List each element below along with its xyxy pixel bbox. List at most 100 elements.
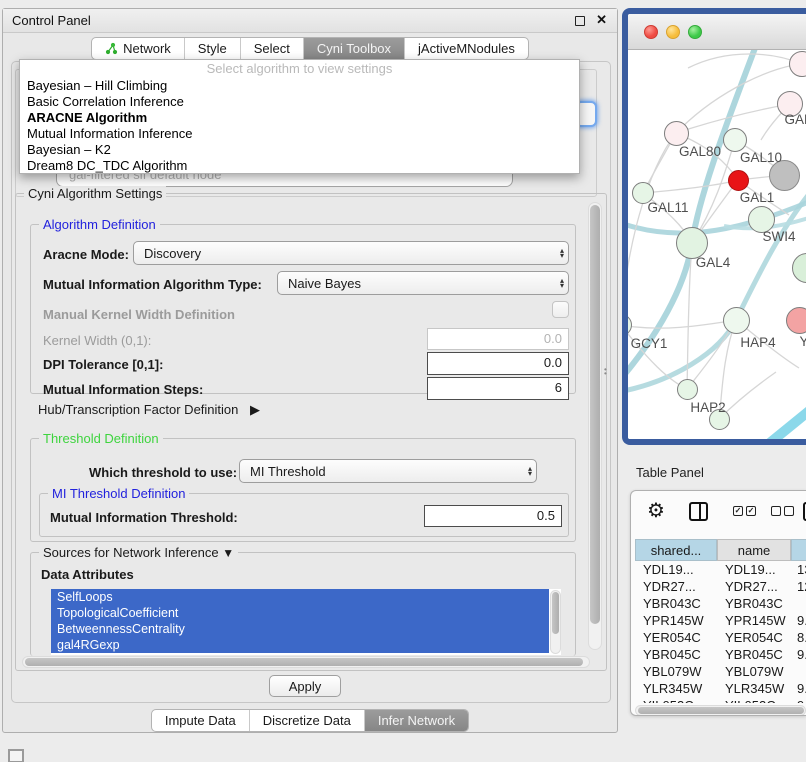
tab-impute-data[interactable]: Impute Data [152, 710, 249, 731]
dpi-tolerance-input[interactable]: 0.0 [427, 352, 569, 375]
attribute-item-selected[interactable]: BetweennessCentrality [51, 621, 549, 637]
network-icon [105, 42, 118, 55]
mi-threshold-input[interactable]: 0.5 [424, 505, 562, 527]
table-row[interactable]: YDL19... YDL19... 13 [635, 561, 806, 578]
mi-steps-input[interactable]: 6 [427, 377, 569, 400]
apply-button[interactable]: Apply [269, 675, 341, 697]
close-icon[interactable]: ✕ [596, 12, 607, 28]
sources-group-title: Sources for Network Inference ▼ [39, 545, 238, 560]
collapsed-panel-icon[interactable] [8, 749, 24, 762]
table-header: shared... name A [635, 539, 806, 561]
expander-arrow-right-icon: ▶ [250, 402, 260, 417]
manual-kernel-checkbox[interactable] [552, 301, 569, 318]
network-window-titlebar [628, 14, 806, 50]
settings-vertical-scrollbar[interactable] [588, 202, 602, 650]
hub-definition-label: Hub/Transcription Factor Definition [38, 402, 238, 417]
mi-type-label: Mutual Information Algorithm Type: [43, 277, 262, 292]
sources-group: Sources for Network Inference ▼ Data Att… [30, 552, 576, 656]
threshold-definition-group: Threshold Definition Which threshold to … [30, 438, 576, 542]
algorithm-option-selected[interactable]: ARACNE Algorithm [20, 110, 579, 126]
mi-steps-label: Mutual Information Steps: [43, 382, 203, 397]
network-node[interactable] [664, 121, 689, 146]
algorithm-option[interactable]: Dream8 DC_TDC Algorithm [20, 158, 579, 174]
kernel-width-label: Kernel Width (0,1): [43, 333, 151, 348]
node-label: SWI4 [762, 229, 795, 244]
minimize-traffic-light[interactable] [666, 25, 680, 39]
algorithm-option[interactable]: Basic Correlation Inference [20, 94, 579, 110]
tab-infer-network[interactable]: Infer Network [364, 710, 468, 731]
mi-algorithm-type-combo[interactable]: Naive Bayes ▴▾ [277, 271, 569, 295]
table-row[interactable]: YLR345W YLR345W 9. [635, 680, 806, 697]
table-body: YDL19... YDL19... 13 YDR27... YDR27... 1… [635, 561, 806, 703]
attribute-item-selected[interactable]: gal4RGexp [51, 637, 549, 653]
algorithm-option[interactable]: Mutual Information Inference [20, 126, 579, 142]
node-label: GAL11 [647, 200, 688, 215]
hub-definition-expander[interactable]: Hub/Transcription Factor Definition ▶ [38, 402, 260, 418]
algorithm-definition-title: Algorithm Definition [39, 217, 160, 232]
table-row[interactable]: YBL079W YBL079W [635, 663, 806, 680]
table-row[interactable]: YBR043C YBR043C [635, 595, 806, 612]
expander-arrow-down-icon: ▼ [222, 546, 234, 560]
network-node[interactable] [677, 379, 698, 400]
network-canvas[interactable]: GAL GAL80 GAL10 GAL1 GAL11 SWI4 GAL4 GCY… [628, 50, 806, 439]
algorithm-dropdown-list: Select algorithm to view settings Bayesi… [19, 59, 580, 174]
node-label: GAL4 [696, 255, 731, 270]
panel-resize-handle[interactable]: •• [604, 368, 609, 377]
tab-select[interactable]: Select [240, 38, 303, 59]
algorithm-option[interactable]: Bayesian – K2 [20, 142, 579, 158]
tab-jactivemnodules[interactable]: jActiveMNodules [404, 38, 528, 59]
algorithm-definition-group: Algorithm Definition Aracne Mode: Discov… [30, 224, 576, 394]
tab-discretize-data[interactable]: Discretize Data [249, 710, 364, 731]
close-traffic-light[interactable] [644, 25, 658, 39]
bottom-tab-strip: Impute Data Discretize Data Infer Networ… [3, 709, 617, 732]
attribute-item-selected[interactable]: SelfLoops [51, 589, 549, 605]
table-row[interactable]: YIL052C YIL052C 9 [635, 697, 806, 703]
control-panel-title: Control Panel [12, 13, 91, 28]
gear-icon[interactable]: ⚙ [647, 498, 665, 523]
mi-threshold-title: MI Threshold Definition [48, 486, 189, 501]
tab-network[interactable]: Network [92, 38, 184, 59]
attribute-list-scrollbar[interactable] [550, 590, 561, 654]
algorithm-option[interactable]: Bayesian – Hill Climbing [20, 78, 579, 94]
network-node[interactable] [786, 307, 806, 334]
attribute-item-selected[interactable]: TopologicalCoefficient [51, 605, 549, 621]
cyni-algorithm-settings-group: Cyni Algorithm Settings Algorithm Defini… [15, 193, 607, 671]
node-label: GAL1 [740, 190, 775, 205]
float-window-icon[interactable] [575, 16, 585, 26]
which-threshold-combo[interactable]: MI Threshold ▴▾ [239, 459, 537, 483]
aracne-mode-combo[interactable]: Discovery ▴▾ [133, 241, 569, 265]
deselect-all-checkboxes-icon[interactable] [771, 506, 794, 516]
tab-cyni-toolbox[interactable]: Cyni Toolbox [303, 38, 404, 59]
table-horizontal-scrollbar[interactable] [635, 705, 806, 716]
network-node[interactable] [723, 128, 747, 152]
network-node[interactable] [723, 307, 750, 334]
table-row[interactable]: YBR045C YBR045C 9. [635, 646, 806, 663]
node-label: Y [799, 334, 806, 349]
tab-style[interactable]: Style [184, 38, 240, 59]
column-header-name[interactable]: name [717, 539, 791, 561]
kernel-width-input[interactable]: 0.0 [427, 328, 569, 350]
column-header-shared[interactable]: shared... [635, 539, 717, 561]
column-layout-icon[interactable] [689, 502, 708, 521]
combo-arrows-icon: ▴▾ [528, 466, 532, 476]
settings-horizontal-scrollbar[interactable] [22, 656, 590, 668]
table-row[interactable]: YPR145W YPR145W 9. [635, 612, 806, 629]
zoom-traffic-light[interactable] [688, 25, 702, 39]
top-tab-strip: Network Style Select Cyni Toolbox jActiv… [3, 37, 617, 60]
select-all-checkboxes-icon[interactable]: ✓✓ [733, 506, 756, 516]
data-attributes-list: SelfLoops TopologicalCoefficient Between… [51, 589, 561, 655]
node-label: HAP2 [690, 400, 725, 415]
mi-threshold-label: Mutual Information Threshold: [50, 510, 238, 525]
node-label: GAL10 [740, 150, 782, 165]
column-header-partial[interactable]: A [791, 539, 806, 561]
table-row[interactable]: YER054C YER054C 8. [635, 629, 806, 646]
dropdown-prompt: Select algorithm to view settings [20, 60, 579, 78]
network-node-selected[interactable] [728, 170, 749, 191]
table-row[interactable]: YDR27... YDR27... 12 [635, 578, 806, 595]
data-attributes-label: Data Attributes [41, 567, 134, 582]
settings-group-title: Cyni Algorithm Settings [24, 186, 166, 201]
tab-network-label: Network [123, 41, 171, 56]
threshold-definition-title: Threshold Definition [39, 431, 163, 446]
manual-kernel-label: Manual Kernel Width Definition [43, 307, 235, 322]
table-panel-title: Table Panel [636, 465, 704, 480]
